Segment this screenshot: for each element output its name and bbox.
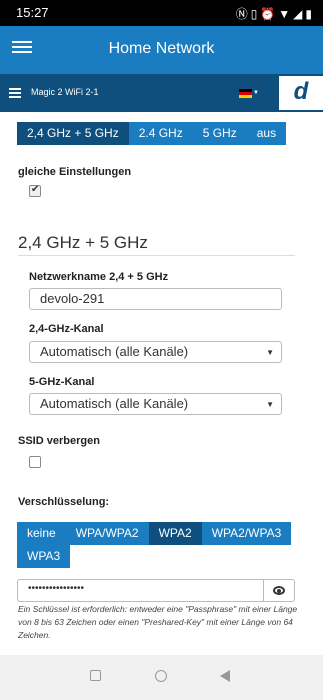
encryption-options-row-1: keine WPA/WPA2 WPA2 WPA2/WPA3 — [17, 522, 292, 545]
channel-5-label: 5-GHz-Kanal — [29, 376, 95, 388]
back-icon[interactable] — [220, 670, 230, 682]
app-title: Home Network — [108, 40, 215, 57]
encryption-option-wpa3[interactable]: WPA3 — [17, 545, 71, 568]
tab-band-5[interactable]: 5 GHz — [192, 122, 247, 145]
signal-icon: ◢ — [293, 7, 306, 21]
alarm-icon: ⏰ — [260, 7, 279, 21]
channel-5-select[interactable]: Automatisch (alle Kanäle) ▼ — [29, 393, 282, 415]
channel-24-value: Automatisch (alle Kanäle) — [40, 344, 189, 359]
encryption-option-wpa2-wpa3[interactable]: WPA2/WPA3 — [201, 522, 292, 545]
show-password-button[interactable] — [263, 580, 294, 601]
encryption-option-wpa2[interactable]: WPA2 — [148, 522, 202, 545]
encryption-options-row-2: WPA3 — [17, 545, 71, 568]
device-name: Magic 2 WiFi 2-1 — [31, 87, 99, 97]
german-flag-icon[interactable] — [239, 89, 252, 98]
eye-pupil — [277, 589, 281, 593]
system-nav-bar — [0, 655, 323, 700]
network-name-label: Netzwerkname 2,4 + 5 GHz — [29, 271, 169, 283]
wifi-icon: ▼ — [278, 7, 294, 21]
encryption-label: Verschlüsselung: — [18, 496, 110, 508]
channel-5-value: Automatisch (alle Kanäle) — [40, 396, 189, 411]
device-menu-icon[interactable] — [9, 86, 21, 100]
password-field[interactable]: •••••••••••••••• — [17, 579, 295, 602]
same-settings-label: gleiche Einstellungen — [18, 166, 132, 178]
same-settings-checkbox[interactable] — [29, 184, 41, 197]
status-bar: 15:27 Ⓝ▯⏰▼◢▮ — [0, 0, 323, 26]
chevron-down-icon: ▼ — [266, 348, 274, 357]
status-time: 15:27 — [16, 5, 49, 20]
device-bar: Magic 2 WiFi 2-1 ▼ d — [0, 74, 323, 112]
hide-ssid-label: SSID verbergen — [18, 435, 100, 447]
status-icons: Ⓝ▯⏰▼◢▮ — [236, 5, 315, 22]
password-value: •••••••••••••••• — [28, 583, 85, 594]
hide-ssid-checkbox[interactable] — [29, 456, 41, 468]
network-name-input[interactable]: devolo-291 — [29, 288, 282, 310]
recent-apps-icon[interactable] — [90, 670, 101, 681]
section-divider — [18, 255, 295, 256]
tab-band-off[interactable]: aus — [246, 122, 287, 145]
vibrate-icon: ▯ — [250, 7, 261, 21]
battery-icon: ▮ — [305, 7, 315, 21]
channel-24-label: 2,4-GHz-Kanal — [29, 323, 104, 335]
devolo-logo: d — [279, 76, 323, 110]
band-tabs: 2,4 GHz + 5 GHz 2.4 GHz 5 GHz aus — [17, 122, 287, 145]
nfc-icon: Ⓝ — [235, 7, 251, 21]
app-bar: Home Network — [0, 26, 323, 74]
channel-24-select[interactable]: Automatisch (alle Kanäle) ▼ — [29, 341, 282, 363]
encryption-option-wpa-wpa2[interactable]: WPA/WPA2 — [65, 522, 149, 545]
section-title: 2,4 GHz + 5 GHz — [18, 233, 148, 252]
encryption-option-none[interactable]: keine — [17, 522, 66, 545]
tab-band-2-4[interactable]: 2.4 GHz — [128, 122, 193, 145]
tab-band-both[interactable]: 2,4 GHz + 5 GHz — [17, 122, 129, 145]
home-icon[interactable] — [155, 670, 167, 682]
chevron-down-icon: ▼ — [266, 400, 274, 409]
password-hint: Ein Schlüssel ist erforderlich: entweder… — [18, 604, 298, 640]
language-dropdown-arrow-icon[interactable]: ▼ — [253, 90, 259, 96]
